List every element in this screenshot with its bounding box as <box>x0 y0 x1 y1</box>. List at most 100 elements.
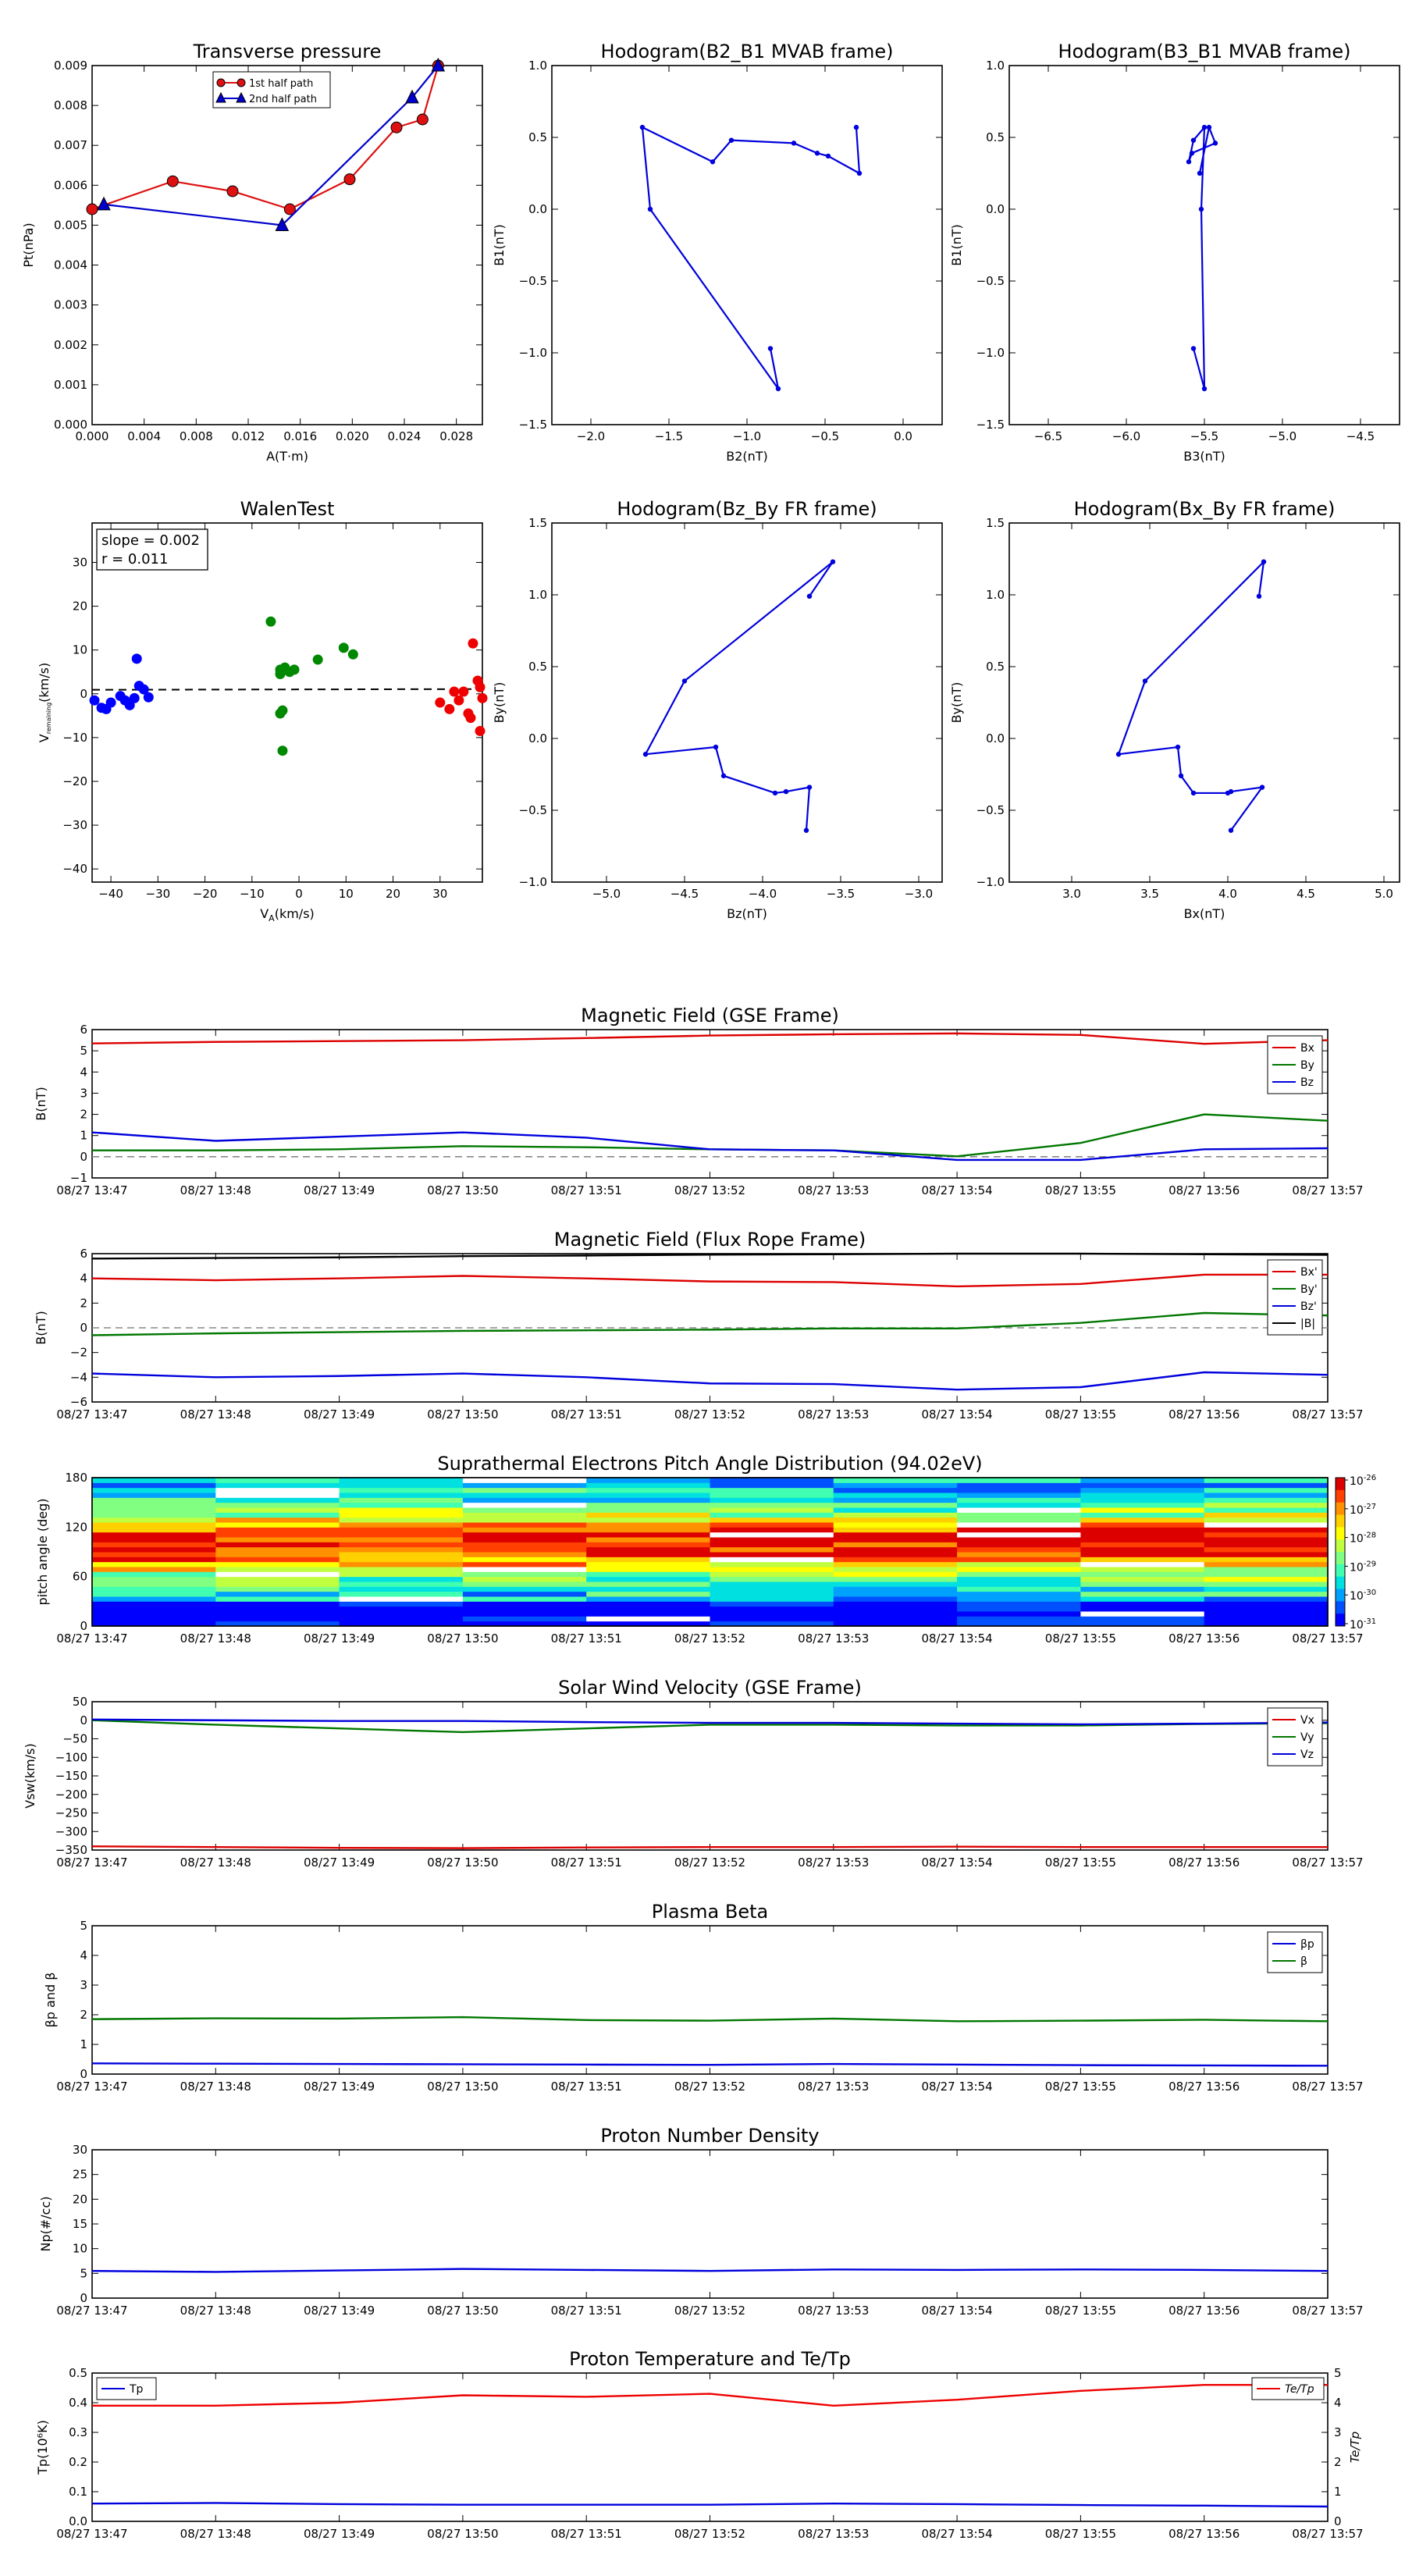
heatmap-cell <box>833 1586 958 1592</box>
y-tick-label: 0.5 <box>986 130 1005 144</box>
colorbar-base: 10 <box>1350 1590 1364 1603</box>
heatmap-cell <box>1080 1576 1205 1582</box>
heatmap-cell <box>339 1576 464 1582</box>
heatmap-cell <box>215 1606 340 1612</box>
hodogram-panel: Hodogram(B3_B1 MVAB frame) −6.5 −6.0 −5.5 −5… <box>949 41 1400 464</box>
heatmap-cell <box>92 1537 216 1542</box>
y-tick-label: 0.0 <box>986 731 1005 745</box>
scatter-point <box>312 654 323 665</box>
heatmap-cell <box>462 1502 587 1508</box>
y-tick-label: 20 <box>73 600 87 614</box>
time-tick-label: 08/27 13:55 <box>1045 1407 1116 1421</box>
heatmap-cell <box>833 1507 958 1513</box>
heatmap-cell <box>92 1571 216 1578</box>
heatmap-cell <box>710 1517 834 1523</box>
hodogram-point <box>642 752 649 757</box>
time-tick-label: 08/27 13:54 <box>921 2304 992 2318</box>
x-tick-label: 0 <box>295 887 303 901</box>
time-tick-label: 08/27 13:52 <box>674 2080 745 2094</box>
y-axis-label: βp and β <box>43 1973 58 2028</box>
x-tick-label: −20 <box>193 887 218 901</box>
time-tick-label: 08/27 13:55 <box>1045 2527 1116 2541</box>
x-axis-label: VA(km/s) <box>260 906 315 923</box>
annotation-r: r = 0.011 <box>101 551 168 568</box>
heatmap-cell <box>1204 1537 1329 1542</box>
time-tick-label: 08/27 13:50 <box>427 1183 498 1197</box>
x-axis-label: B3(nT) <box>1183 449 1225 464</box>
heatmap-cell <box>1080 1591 1205 1597</box>
x-tick-label: −4.0 <box>749 887 777 901</box>
heatmap-cell <box>92 1576 216 1582</box>
colorbar-segment <box>1336 1589 1345 1602</box>
y-tick-label: 10 <box>73 2242 87 2256</box>
hodogram-point <box>1142 678 1148 684</box>
heatmap-cell <box>586 1552 710 1557</box>
legend-label: |B| <box>1300 1318 1315 1330</box>
heatmap-cell <box>462 1557 587 1563</box>
y-tick-label: 1.0 <box>986 588 1005 602</box>
x-tick-label: −5.0 <box>592 887 621 901</box>
series-line <box>91 1273 1328 1288</box>
heatmap-cell <box>462 1596 587 1602</box>
heatmap-cell <box>339 1552 464 1557</box>
y-tick-label: 6 <box>80 1023 87 1037</box>
heatmap-cell <box>462 1571 587 1578</box>
legend: Vx Vy Vz <box>1267 1707 1323 1767</box>
series-line <box>91 2016 1329 2023</box>
legend-label: 2nd half path <box>249 94 317 105</box>
heatmap-cell <box>1204 1606 1329 1612</box>
chart-title: Magnetic Field (Flux Rope Frame) <box>554 1229 866 1251</box>
heatmap-cell <box>92 1502 216 1508</box>
heatmap-cell <box>833 1487 958 1493</box>
y-axis-label: By(nT) <box>949 682 964 724</box>
time-tick-label: 08/27 13:55 <box>1045 1183 1116 1197</box>
heatmap-cell <box>1080 1557 1205 1563</box>
y2-tick-label: 1 <box>1334 2485 1342 2499</box>
legend-label: Bz <box>1300 1076 1314 1089</box>
time-tick-label: 08/27 13:57 <box>1292 1407 1363 1421</box>
x-tick-label: −4.5 <box>670 887 699 901</box>
heatmap-cell <box>957 1561 1081 1567</box>
y-tick-label: −20 <box>62 774 87 788</box>
heatmap-cell <box>215 1502 340 1508</box>
colorbar-exponent: -30 <box>1364 1589 1376 1597</box>
heatmap-cell <box>462 1532 587 1538</box>
y-tick-label: 0.1 <box>69 2485 87 2499</box>
scatter-point <box>454 695 464 706</box>
electron-pad-panel: Suprathermal Electrons Pitch Angle Distr… <box>35 1453 1376 1646</box>
heatmap-cell <box>586 1546 710 1553</box>
time-tick-label: 08/27 13:50 <box>427 2527 498 2541</box>
colorbar-base: 10 <box>1350 1619 1364 1631</box>
y-label-sub: remaining <box>45 703 52 734</box>
y-tick-label: −200 <box>55 1788 87 1802</box>
heatmap-cell <box>1204 1507 1329 1513</box>
hodogram-point <box>1228 827 1234 833</box>
heatmap-cell <box>710 1512 834 1518</box>
chart-title: Hodogram(B3_B1 MVAB frame) <box>1058 41 1351 62</box>
hodogram-point <box>1259 785 1265 790</box>
time-tick-label: 08/27 13:50 <box>427 1856 498 1870</box>
y2-tick-label: 2 <box>1334 2455 1342 2469</box>
hodogram-point <box>1212 141 1218 146</box>
heatmap-cell <box>215 1487 340 1493</box>
series-marker <box>86 203 98 215</box>
hodogram-point <box>1228 788 1234 795</box>
heatmap-cell <box>339 1561 464 1567</box>
series-line <box>91 2502 1329 2508</box>
legend-label: Bx' <box>1300 1266 1318 1279</box>
y-tick-label: −50 <box>62 1732 87 1746</box>
legend: βp β <box>1267 1931 1323 1973</box>
y-tick-label: 0.005 <box>54 218 87 232</box>
heatmap-cell <box>1080 1542 1205 1548</box>
heatmap-cell <box>957 1576 1081 1582</box>
y-axis-label: B(nT) <box>34 1087 48 1120</box>
y-axis-label: pitch angle (deg) <box>35 1498 50 1605</box>
y-tick-label: −100 <box>55 1750 87 1764</box>
heatmap-cell <box>462 1582 587 1587</box>
hodogram-point <box>767 346 774 351</box>
hodogram-point <box>803 827 809 833</box>
y-tick-label: 0.0 <box>986 202 1005 216</box>
series-marker <box>166 175 179 187</box>
time-tick-label: 08/27 13:51 <box>551 2527 622 2541</box>
time-tick-label: 08/27 13:50 <box>427 2080 498 2094</box>
